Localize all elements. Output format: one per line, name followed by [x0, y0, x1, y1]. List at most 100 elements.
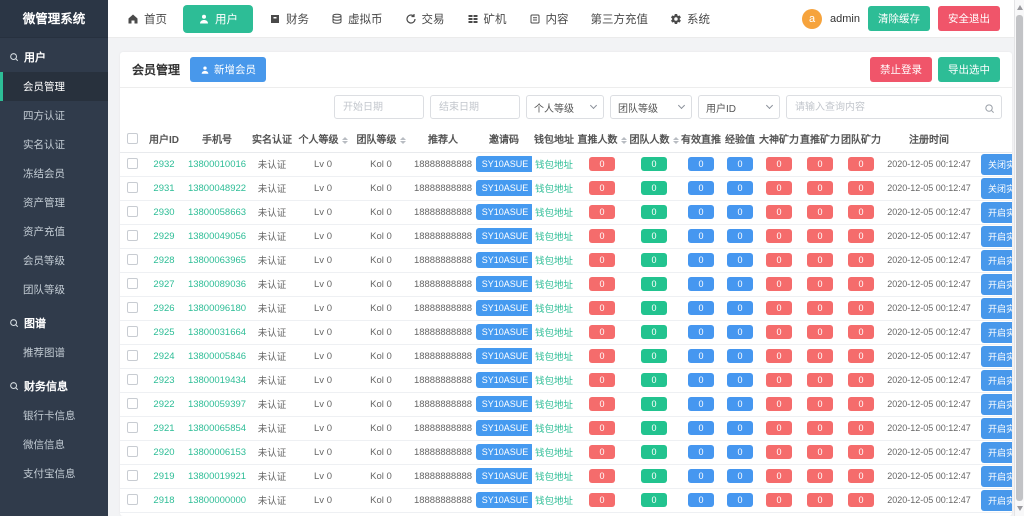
row-checkbox[interactable] — [127, 182, 138, 193]
phone-link[interactable]: 13800019434 — [188, 375, 246, 386]
sidebar-item-team-level[interactable]: 团队等级 — [0, 275, 108, 304]
search-icon[interactable] — [984, 101, 995, 112]
row-checkbox[interactable] — [127, 302, 138, 313]
username[interactable]: admin — [830, 13, 860, 25]
sidebar-item-bankcard-info[interactable]: 银行卡信息 — [0, 401, 108, 430]
phone-link[interactable]: 13800096180 — [188, 303, 246, 314]
user-id-link[interactable]: 2920 — [153, 447, 174, 458]
row-checkbox[interactable] — [127, 254, 138, 265]
realname-action-button[interactable]: 关闭实名 — [981, 154, 1012, 175]
realname-action-button[interactable]: 开启实名 — [981, 250, 1012, 271]
wallet-address-link[interactable]: 钱包地址 — [535, 232, 573, 243]
user-id-link[interactable]: 2929 — [153, 231, 174, 242]
realname-action-button[interactable]: 开启实名 — [981, 490, 1012, 511]
row-checkbox[interactable] — [127, 422, 138, 433]
wallet-address-link[interactable]: 钱包地址 — [535, 448, 573, 459]
sidebar-item-member-management[interactable]: 会员管理 — [0, 72, 108, 101]
row-checkbox[interactable] — [127, 206, 138, 217]
row-checkbox[interactable] — [127, 230, 138, 241]
nav-tab-home[interactable]: 首页 — [116, 0, 178, 38]
wallet-address-link[interactable]: 钱包地址 — [535, 160, 573, 171]
phone-link[interactable]: 13800089036 — [188, 279, 246, 290]
phone-link[interactable]: 13800065854 — [188, 423, 246, 434]
avatar[interactable]: a — [802, 9, 822, 29]
vertical-scrollbar[interactable] — [1014, 0, 1024, 516]
phone-link[interactable]: 13800031664 — [188, 327, 246, 338]
phone-link[interactable]: 13800059397 — [188, 399, 246, 410]
column-header[interactable]: 个人等级 — [294, 126, 352, 152]
realname-action-button[interactable]: 关闭实名 — [981, 178, 1012, 199]
row-checkbox[interactable] — [127, 470, 138, 481]
phone-link[interactable]: 13800063965 — [188, 255, 246, 266]
wallet-address-link[interactable]: 钱包地址 — [535, 424, 573, 435]
sidebar-item-asset-management[interactable]: 资产管理 — [0, 188, 108, 217]
phone-link[interactable]: 13800019921 — [188, 471, 246, 482]
sidebar-item-frozen-members[interactable]: 冻结会员 — [0, 159, 108, 188]
column-header[interactable]: 直推人数 — [576, 126, 628, 152]
wallet-address-link[interactable]: 钱包地址 — [535, 304, 573, 315]
nav-tab-trade[interactable]: 交易 — [394, 0, 456, 38]
nav-tab-virtual-coin[interactable]: 虚拟币 — [320, 0, 394, 38]
row-checkbox[interactable] — [127, 158, 138, 169]
user-id-link[interactable]: 2918 — [153, 495, 174, 506]
realname-action-button[interactable]: 开启实名 — [981, 466, 1012, 487]
nav-tab-finance[interactable]: 财务 — [258, 0, 320, 38]
user-id-link[interactable]: 2931 — [153, 183, 174, 194]
realname-action-button[interactable]: 开启实名 — [981, 346, 1012, 367]
wallet-address-link[interactable]: 钱包地址 — [535, 496, 573, 507]
sidebar-item-referral-graph[interactable]: 推荐图谱 — [0, 338, 108, 367]
clear-cache-button[interactable]: 清除缓存 — [868, 6, 930, 31]
realname-action-button[interactable]: 开启实名 — [981, 442, 1012, 463]
nav-tab-content[interactable]: 内容 — [518, 0, 580, 38]
user-id-link[interactable]: 2926 — [153, 303, 174, 314]
wallet-address-link[interactable]: 钱包地址 — [535, 400, 573, 411]
wallet-address-link[interactable]: 钱包地址 — [535, 256, 573, 267]
export-selected-button[interactable]: 导出选中 — [938, 57, 1000, 82]
wallet-address-link[interactable]: 钱包地址 — [535, 184, 573, 195]
row-checkbox[interactable] — [127, 398, 138, 409]
row-checkbox[interactable] — [127, 494, 138, 505]
realname-action-button[interactable]: 开启实名 — [981, 202, 1012, 223]
row-checkbox[interactable] — [127, 350, 138, 361]
wallet-address-link[interactable]: 钱包地址 — [535, 328, 573, 339]
sidebar-item-wechat-info[interactable]: 微信信息 — [0, 430, 108, 459]
team-level-select[interactable]: 团队等级 — [610, 95, 692, 119]
user-id-link[interactable]: 2927 — [153, 279, 174, 290]
scroll-up-arrow-icon[interactable] — [1017, 5, 1023, 10]
personal-level-select[interactable]: 个人等级 — [526, 95, 604, 119]
nav-tab-thirdparty-recharge[interactable]: 第三方充值 — [580, 0, 660, 38]
realname-action-button[interactable]: 开启实名 — [981, 370, 1012, 391]
add-member-button[interactable]: 新增会员 — [190, 57, 266, 82]
realname-action-button[interactable]: 开启实名 — [981, 298, 1012, 319]
user-id-link[interactable]: 2928 — [153, 255, 174, 266]
wallet-address-link[interactable]: 钱包地址 — [535, 352, 573, 363]
select-all-checkbox[interactable] — [127, 133, 138, 144]
ban-login-button[interactable]: 禁止登录 — [870, 57, 932, 82]
sidebar-item-member-level[interactable]: 会员等级 — [0, 246, 108, 275]
sidebar-item-fourparty-auth[interactable]: 四方认证 — [0, 101, 108, 130]
wallet-address-link[interactable]: 钱包地址 — [535, 280, 573, 291]
user-id-link[interactable]: 2922 — [153, 399, 174, 410]
phone-link[interactable]: 13800006153 — [188, 447, 246, 458]
user-id-link[interactable]: 2919 — [153, 471, 174, 482]
phone-link[interactable]: 13800005846 — [188, 351, 246, 362]
wallet-address-link[interactable]: 钱包地址 — [535, 472, 573, 483]
row-checkbox[interactable] — [127, 374, 138, 385]
realname-action-button[interactable]: 开启实名 — [981, 226, 1012, 247]
nav-tab-miner[interactable]: 矿机 — [456, 0, 518, 38]
user-id-link[interactable]: 2923 — [153, 375, 174, 386]
nav-tab-system[interactable]: 系统 — [659, 0, 721, 38]
search-field-select[interactable]: 用户ID — [698, 95, 780, 119]
phone-link[interactable]: 13800049056 — [188, 231, 246, 242]
user-id-link[interactable]: 2925 — [153, 327, 174, 338]
sidebar-item-alipay-info[interactable]: 支付宝信息 — [0, 459, 108, 488]
sidebar-item-realname-auth[interactable]: 实名认证 — [0, 130, 108, 159]
phone-link[interactable]: 13800058663 — [188, 207, 246, 218]
row-checkbox[interactable] — [127, 446, 138, 457]
user-id-link[interactable]: 2932 — [153, 159, 174, 170]
wallet-address-link[interactable]: 钱包地址 — [535, 208, 573, 219]
user-id-link[interactable]: 2930 — [153, 207, 174, 218]
sidebar-section-finance-info[interactable]: 财务信息 — [0, 367, 108, 401]
realname-action-button[interactable]: 开启实名 — [981, 418, 1012, 439]
scrollbar-thumb[interactable] — [1016, 15, 1023, 501]
